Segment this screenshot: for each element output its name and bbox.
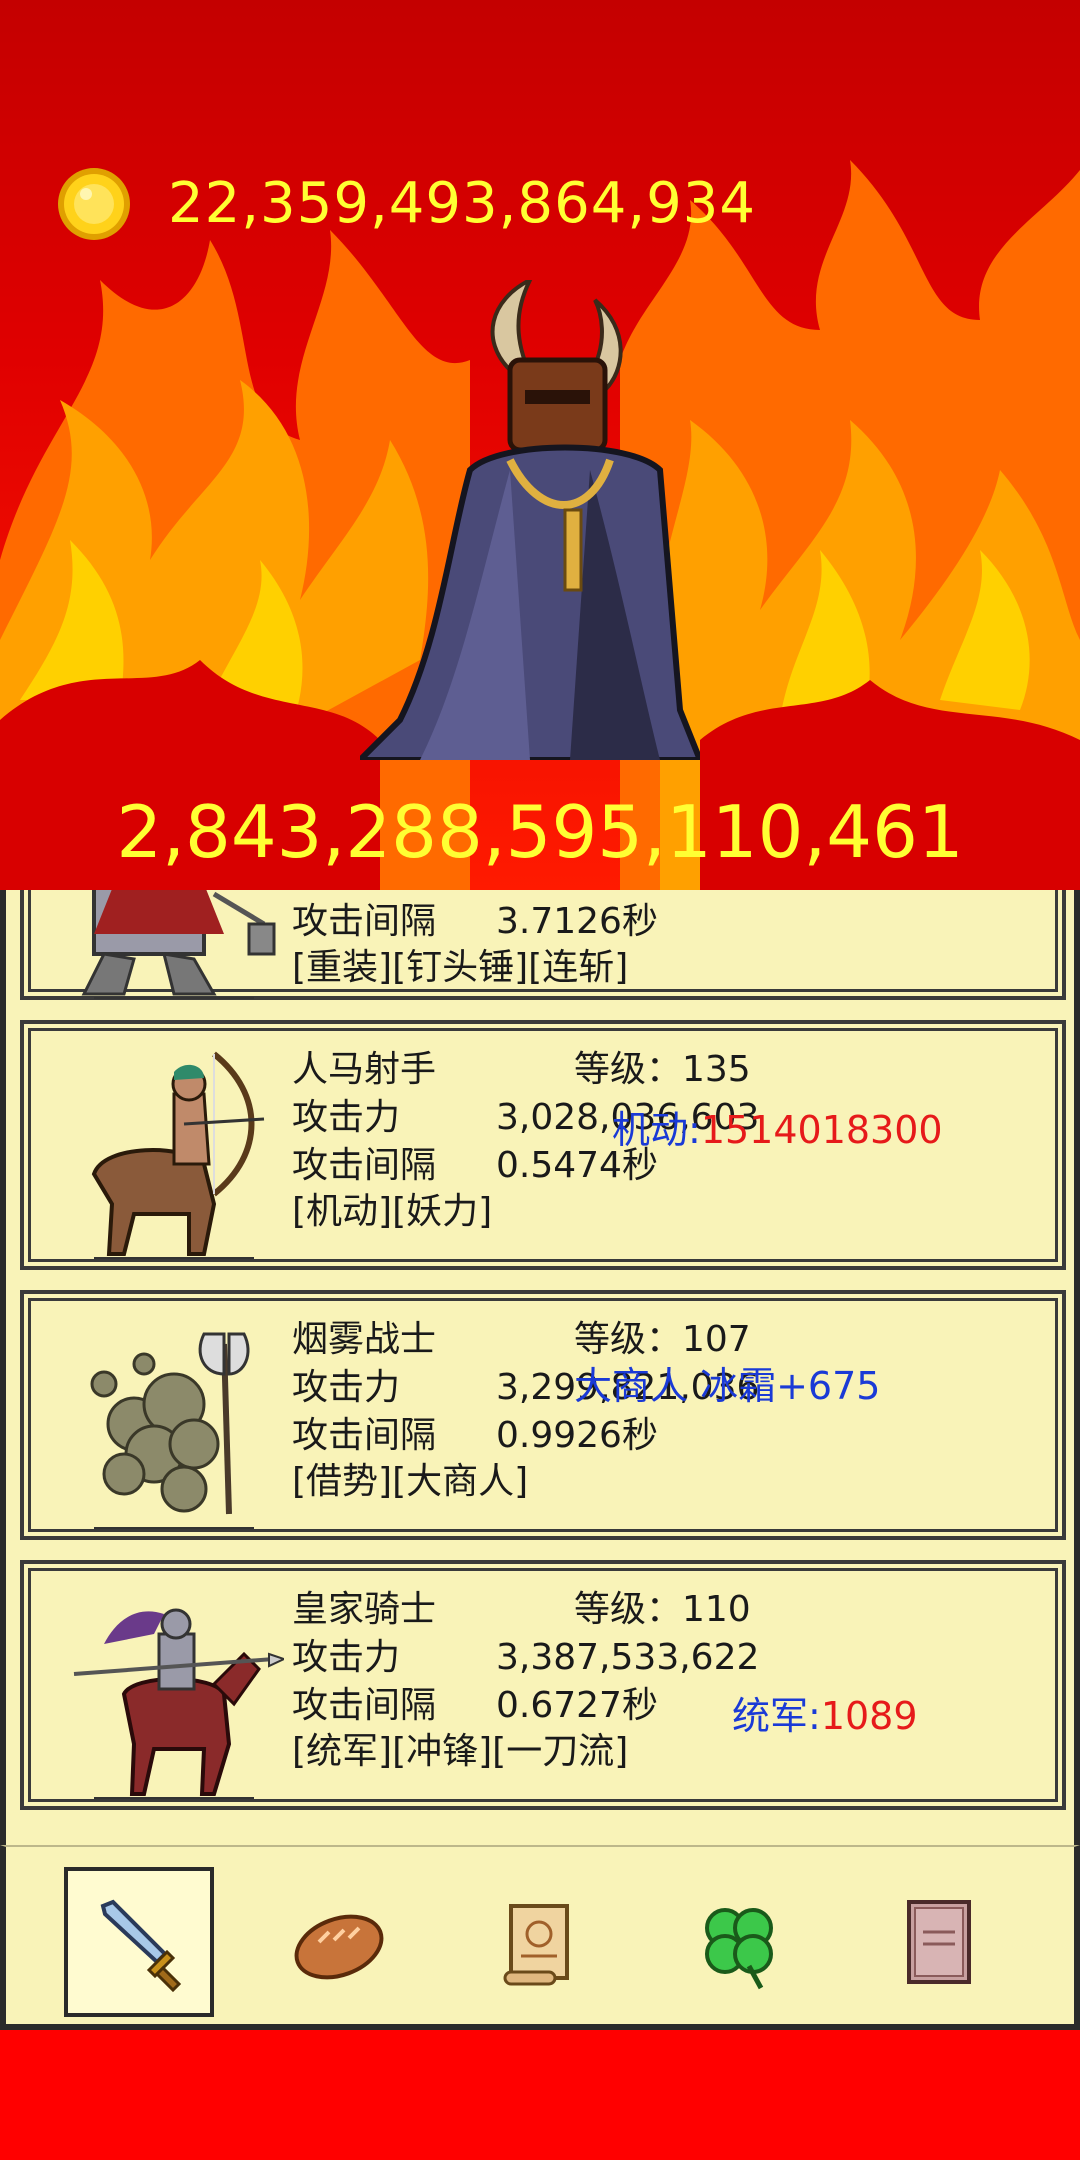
unit-card[interactable]: 人马射手 等级：135 攻击力 3,028,036,603 攻击间隔 0.547… — [20, 1020, 1066, 1270]
damage-popup: 统军:1089 — [732, 1694, 918, 1738]
boss-scene[interactable]: 22,359,493,864,934 2,843,288,595,110,461 — [0, 0, 1080, 890]
unit-list[interactable]: 攻击间隔 3.7126秒 [重装][钉头锤][连斩] 人马射手 等级：135 攻… — [0, 890, 1080, 1845]
royal-knight-icon — [73, 1608, 284, 1799]
sword-icon — [100, 1899, 182, 1993]
unit-attack-label: 攻击力 — [292, 1637, 401, 1678]
unit-traits: [机动][妖力] — [292, 1191, 493, 1232]
gold-coin-icon — [58, 168, 130, 240]
unit-name: 烟雾战士 — [292, 1319, 437, 1360]
buff-popup: 大商人 冰霜+675 — [574, 1364, 881, 1408]
horned-dark-lord-boss[interactable] — [360, 280, 700, 760]
unit-card[interactable]: 烟雾战士 等级：107 攻击力 3,299,821,036 攻击间隔 0.992… — [20, 1290, 1066, 1540]
centaur-archer-icon — [91, 1051, 265, 1259]
unit-traits: [重装][钉头锤][连斩] — [292, 947, 629, 988]
gold-amount: 22,359,493,864,934 — [168, 171, 757, 236]
unit-attack-interval-label: 攻击间隔 — [292, 1415, 437, 1456]
unit-level: 等级：135 — [574, 1049, 751, 1090]
unit-attack-interval: 0.9926秒 — [496, 1415, 658, 1456]
smoke-warrior-icon — [90, 1332, 254, 1529]
boss-hp: 2,843,288,595,110,461 — [116, 790, 964, 874]
armored-mace-knight-icon — [81, 890, 276, 999]
damage-popup-value: 1089 — [820, 1694, 918, 1738]
damage-popup-label: 统军: — [732, 1694, 821, 1738]
unit-attack-label: 攻击力 — [292, 1367, 401, 1408]
unit-attack-label: 攻击力 — [292, 1097, 401, 1138]
damage-popup-value: 1514018300 — [700, 1108, 943, 1152]
unit-attack-interval: 0.6727秒 — [496, 1685, 658, 1726]
nav-clover-button[interactable] — [664, 1867, 814, 2017]
unit-card[interactable]: 攻击间隔 3.7126秒 [重装][钉头锤][连斩] — [20, 890, 1066, 1000]
scroll-icon — [503, 1904, 569, 1986]
book-icon — [907, 1900, 971, 1984]
damage-popup-label: 机动: — [612, 1108, 701, 1152]
unit-traits: [统军][冲锋][一刀流] — [292, 1731, 629, 1772]
unit-level: 等级：107 — [574, 1319, 751, 1360]
unit-attack-interval-label: 攻击间隔 — [292, 1145, 437, 1186]
unit-card[interactable]: 皇家骑士 等级：110 攻击力 3,387,533,622 攻击间隔 0.672… — [20, 1560, 1066, 1810]
unit-name: 皇家骑士 — [292, 1589, 437, 1630]
nav-book-button[interactable] — [864, 1867, 1014, 2017]
unit-attack-interval: 3.7126秒 — [496, 901, 658, 942]
unit-traits: [借势][大商人] — [292, 1461, 529, 1502]
unit-level: 等级：110 — [574, 1589, 751, 1630]
bottom-band — [0, 2030, 1080, 2160]
damage-popup: 机动:1514018300 — [612, 1108, 943, 1152]
unit-name: 人马射手 — [292, 1049, 437, 1090]
unit-attack: 3,387,533,622 — [496, 1637, 760, 1678]
unit-attack-interval-label: 攻击间隔 — [292, 901, 437, 942]
clover-icon — [705, 1908, 773, 1990]
nav-sword-button[interactable] — [64, 1867, 214, 2017]
bread-icon — [294, 1914, 384, 1980]
unit-attack-interval-label: 攻击间隔 — [292, 1685, 437, 1726]
bottom-nav — [0, 1845, 1080, 2030]
nav-bread-button[interactable] — [264, 1867, 414, 2017]
nav-scroll-button[interactable] — [464, 1867, 614, 2017]
